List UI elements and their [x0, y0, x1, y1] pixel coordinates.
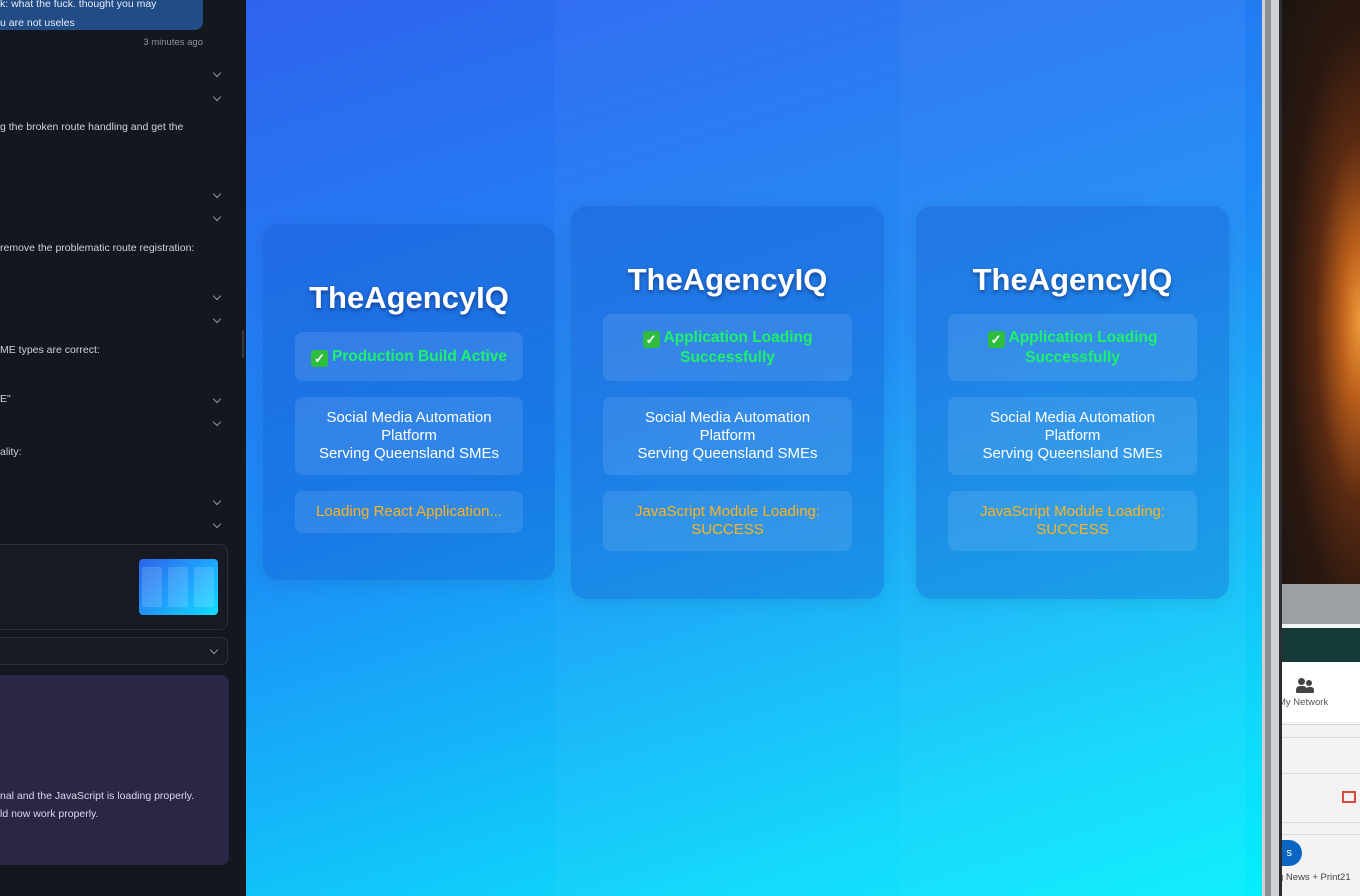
- nav-label[interactable]: My Network: [1282, 697, 1328, 708]
- chevron-down-icon[interactable]: [212, 418, 222, 428]
- loading-text: JavaScript Module Loading: SUCCESS: [634, 503, 821, 538]
- loading-text: Loading React Application...: [316, 503, 502, 520]
- screenshot-thumbnail[interactable]: [139, 559, 218, 615]
- divider: [1282, 834, 1360, 835]
- assistant-text: g the broken route handling and get the: [0, 121, 184, 133]
- screenshot-attachment[interactable]: [0, 544, 228, 630]
- description-text: Social Media Automation Platform Serving…: [318, 409, 500, 462]
- description-box: Social Media Automation Platform Serving…: [603, 397, 852, 475]
- status-text: Application Loading Successfully: [663, 328, 813, 366]
- divider: [1282, 822, 1360, 823]
- assistant-text: E": [0, 393, 11, 405]
- loading-text: JavaScript Module Loading: SUCCESS: [979, 503, 1166, 538]
- chevron-down-icon[interactable]: [212, 497, 222, 507]
- article-icon[interactable]: [1342, 791, 1356, 803]
- brand-title: TheAgencyIQ: [627, 262, 828, 297]
- assistant-text: remove the problematic route registratio…: [0, 242, 195, 254]
- chevron-down-icon[interactable]: [212, 69, 222, 79]
- window-toolbar: [1282, 584, 1360, 624]
- check-icon: ✓: [642, 330, 660, 348]
- collapsed-section[interactable]: [0, 637, 228, 665]
- status-box: ✓ Application Loading Successfully: [603, 314, 852, 381]
- chevron-down-icon[interactable]: [212, 93, 222, 103]
- user-message-line: u are not useles: [0, 17, 75, 29]
- assistant-summary: nal and the JavaScript is loading proper…: [0, 675, 229, 865]
- panel-resize-handle[interactable]: [242, 330, 244, 358]
- chevron-down-icon[interactable]: [212, 292, 222, 302]
- brand-title: TheAgencyIQ: [972, 262, 1173, 297]
- news-text: g News + Print21: [1282, 872, 1351, 883]
- user-message-bubble: k: what the fuck. thought you may u are …: [0, 0, 203, 30]
- app-card: TheAgencyIQ ✓ Application Loading Success…: [571, 206, 884, 599]
- site-header: [1282, 628, 1360, 662]
- assistant-text: ality:: [0, 446, 22, 458]
- chat-panel: k: what the fuck. thought you may u are …: [0, 0, 246, 896]
- user-message-line: k: what the fuck. thought you may: [0, 0, 157, 10]
- status-box: ✓ Application Loading Successfully: [948, 314, 1197, 381]
- chevron-down-icon[interactable]: [212, 315, 222, 325]
- check-icon: ✓: [987, 330, 1005, 348]
- app-preview: TheAgencyIQ ✓ Production Build Active Soc…: [246, 0, 1262, 896]
- site-nav: My Network: [1282, 662, 1360, 722]
- divider: [1282, 773, 1360, 774]
- description-box: Social Media Automation Platform Serving…: [295, 397, 523, 475]
- brand-title: TheAgencyIQ: [309, 280, 509, 315]
- chevron-down-icon[interactable]: [212, 213, 222, 223]
- app-card: TheAgencyIQ ✓ Application Loading Success…: [916, 206, 1229, 599]
- scrollbar[interactable]: [1265, 0, 1271, 896]
- blue-button[interactable]: s: [1282, 840, 1302, 866]
- status-box: ✓ Production Build Active: [295, 332, 523, 381]
- app-card: TheAgencyIQ ✓ Production Build Active Soc…: [263, 224, 555, 580]
- status-text: Application Loading Successfully: [1008, 328, 1158, 366]
- description-box: Social Media Automation Platform Serving…: [948, 397, 1197, 475]
- check-icon: ✓: [310, 349, 328, 367]
- loading-box: Loading React Application...: [295, 491, 523, 533]
- background-window: My Network s g News + Print21: [1282, 0, 1360, 896]
- message-timestamp: 3 minutes ago: [143, 37, 203, 48]
- people-icon[interactable]: [1296, 678, 1314, 694]
- assistant-text: ME types are correct:: [0, 344, 100, 356]
- divider: [1282, 737, 1360, 738]
- loading-box: JavaScript Module Loading: SUCCESS: [948, 491, 1197, 551]
- chevron-down-icon[interactable]: [212, 395, 222, 405]
- chevron-down-icon[interactable]: [212, 190, 222, 200]
- desktop-wallpaper: [1282, 0, 1360, 584]
- description-text: Social Media Automation Platform Serving…: [982, 409, 1163, 462]
- description-text: Social Media Automation Platform Serving…: [637, 409, 818, 462]
- status-text: Production Build Active: [331, 347, 508, 365]
- chevron-down-icon[interactable]: [212, 520, 222, 530]
- loading-box: JavaScript Module Loading: SUCCESS: [603, 491, 852, 551]
- assistant-summary-line: ld now work properly.: [0, 808, 99, 820]
- divider: [1282, 724, 1360, 725]
- chevron-down-icon[interactable]: [209, 646, 219, 656]
- assistant-summary-line: nal and the JavaScript is loading proper…: [0, 790, 195, 802]
